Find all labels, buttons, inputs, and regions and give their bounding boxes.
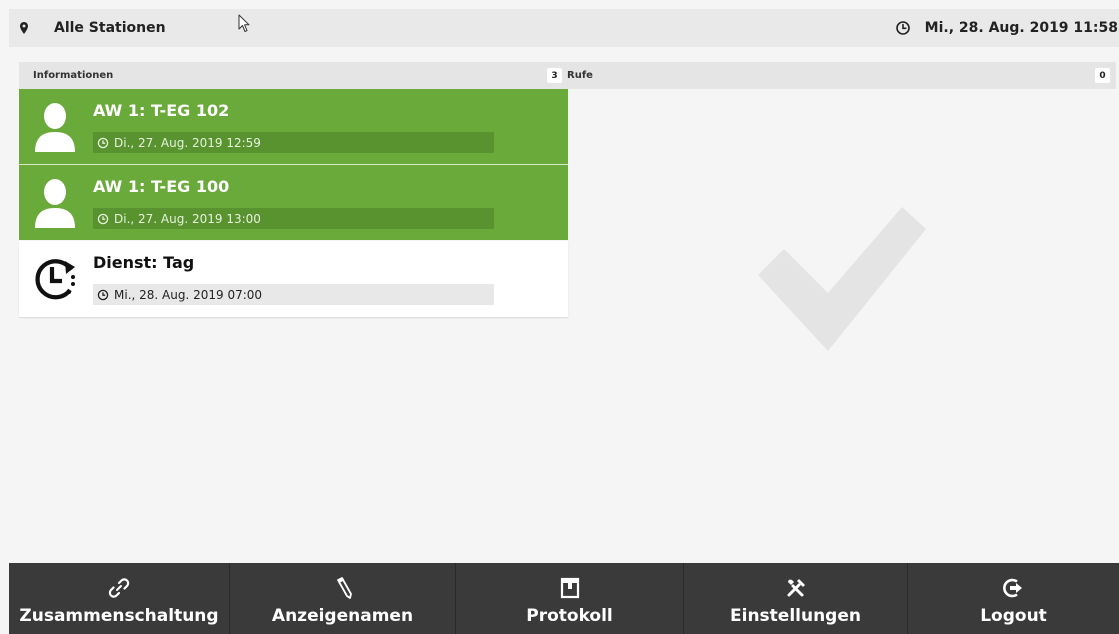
nav-zusammenschaltung-button[interactable]: Zusammenschaltung (9, 563, 230, 634)
nav-label: Protokoll (526, 606, 613, 626)
logbook-icon (560, 577, 579, 599)
info-card[interactable]: AW 1: T-EG 100 Di., 27. Aug. 2019 13:00 (19, 164, 568, 240)
rufe-count-badge: 0 (1095, 68, 1110, 83)
card-timestamp: Di., 27. Aug. 2019 13:00 (93, 208, 494, 229)
clock-icon (97, 289, 109, 300)
map-pin-icon (18, 20, 30, 36)
nav-protokoll-button[interactable]: Protokoll (456, 563, 684, 634)
checkmark-icon (758, 207, 926, 351)
link-icon (108, 578, 130, 598)
person-icon (35, 179, 75, 228)
person-icon (35, 103, 75, 152)
station-selector[interactable]: Alle Stationen (54, 20, 166, 36)
clock-icon (97, 137, 109, 148)
nav-label: Einstellungen (730, 606, 861, 626)
rufe-header: Rufe 0 (567, 62, 1116, 89)
clock-icon (895, 21, 910, 35)
logout-icon (1002, 578, 1022, 598)
bottom-nav: Zusammenschaltung Anzeigenamen Protokoll… (9, 563, 1119, 634)
nav-label: Anzeigenamen (271, 606, 414, 626)
card-title: AW 1: T-EG 102 (93, 101, 230, 120)
nav-anzeigenamen-button[interactable]: Anzeigenamen (230, 563, 456, 634)
card-timestamp: Di., 27. Aug. 2019 12:59 (93, 132, 494, 153)
clock-icon (97, 213, 109, 224)
informationen-title: Informationen (33, 70, 114, 81)
card-time-text: Di., 27. Aug. 2019 13:00 (114, 211, 261, 226)
card-time-text: Di., 27. Aug. 2019 12:59 (114, 135, 261, 150)
info-card[interactable]: AW 1: T-EG 102 Di., 27. Aug. 2019 12:59 (19, 89, 568, 164)
informationen-count-badge: 3 (547, 68, 562, 83)
card-title: AW 1: T-EG 100 (93, 177, 230, 196)
nav-logout-button[interactable]: Logout (908, 563, 1119, 634)
rufe-title: Rufe (567, 70, 593, 81)
info-card[interactable]: Dienst: Tag Mi., 28. Aug. 2019 07:00 (19, 241, 568, 317)
mouse-cursor-icon (238, 14, 250, 32)
nav-label: Zusammenschaltung (19, 606, 219, 626)
shift-clock-icon (35, 259, 75, 300)
pencil-icon (336, 577, 352, 599)
card-timestamp: Mi., 28. Aug. 2019 07:00 (93, 284, 494, 305)
card-time-text: Mi., 28. Aug. 2019 07:00 (114, 287, 263, 302)
current-datetime: Mi., 28. Aug. 2019 11:58 (924, 20, 1118, 36)
nav-einstellungen-button[interactable]: Einstellungen (684, 563, 908, 634)
card-title: Dienst: Tag (93, 253, 195, 272)
nav-label: Logout (980, 606, 1047, 626)
informationen-header: Informationen 3 (19, 62, 568, 89)
tools-icon (787, 579, 805, 597)
top-bar: Alle Stationen Mi., 28. Aug. 2019 11:58 (9, 9, 1119, 47)
